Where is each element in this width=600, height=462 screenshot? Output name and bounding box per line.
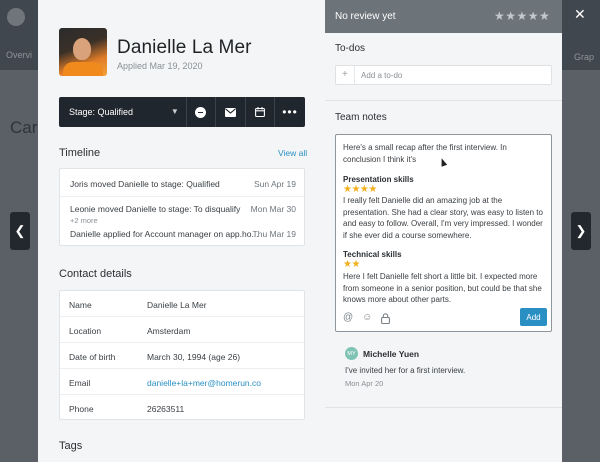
contact-details-table: Name Danielle La Mer Location Amsterdam …: [59, 290, 305, 420]
contact-row: Phone 26263511: [60, 395, 304, 421]
email-link[interactable]: danielle+la+mer@homerun.co: [147, 378, 261, 388]
candidate-panel: Danielle La Mer Applied Mar 19, 2020 Sta…: [38, 0, 325, 462]
contact-label: Email: [69, 378, 91, 388]
comment-date: Mon Apr 20: [345, 379, 384, 388]
team-notes-editor[interactable]: Here's a small recap after the first int…: [335, 134, 552, 332]
timeline-item-text: Leonie moved Danielle to stage: To disqu…: [70, 204, 241, 214]
tags-title: Tags: [59, 440, 83, 452]
plus-icon: +: [342, 69, 348, 80]
close-icon: ✕: [574, 6, 586, 22]
mention-icon[interactable]: @: [343, 312, 353, 324]
note-heading: Presentation skills: [343, 175, 414, 184]
divider: [325, 100, 562, 101]
note-heading: Technical skills: [343, 250, 402, 259]
contact-label: Phone: [69, 404, 94, 414]
review-status: No review yet: [335, 11, 396, 22]
disqualify-icon: [195, 106, 207, 118]
background-heading: Car: [10, 118, 38, 137]
timeline-card: Joris moved Danielle to stage: Qualified…: [59, 168, 305, 246]
app-logo: [7, 8, 25, 26]
lock-icon[interactable]: [381, 313, 391, 324]
timeline-item-text: Danielle applied for Account manager on …: [70, 229, 259, 239]
contact-row: Email danielle+la+mer@homerun.co: [60, 369, 304, 395]
team-notes-title: Team notes: [335, 112, 387, 123]
timeline-item: Leonie moved Danielle to stage: To disqu…: [70, 204, 296, 214]
applied-date: Applied Mar 19, 2020: [117, 61, 203, 71]
review-header: No review yet ★★★★★: [325, 0, 562, 33]
contact-row: Date of birth March 30, 1994 (age 26): [60, 343, 304, 369]
timeline-item-date: Sun Apr 19: [253, 179, 296, 189]
background-side-text: Grap: [573, 52, 594, 62]
divider: [325, 407, 562, 408]
timeline-item: Danielle applied for Account manager on …: [70, 229, 296, 239]
contact-value: Amsterdam: [147, 326, 191, 336]
commenter-avatar: MY: [345, 347, 358, 360]
background-tab: Overvi: [6, 50, 33, 60]
note-rating-stars: ★★: [343, 259, 360, 270]
previous-candidate-button[interactable]: ❮: [10, 212, 30, 250]
contact-label: Date of birth: [69, 352, 116, 362]
contact-details-title: Contact details: [59, 268, 132, 280]
view-all-link[interactable]: View all: [278, 148, 307, 158]
candidate-avatar: [59, 28, 107, 76]
email-icon: [224, 107, 236, 117]
comment-author: Michelle Yuen: [363, 349, 420, 359]
chevron-down-icon: ▼: [170, 107, 179, 116]
todo-placeholder: Add a to-do: [361, 71, 403, 80]
more-icon: •••: [282, 105, 298, 119]
disqualify-button[interactable]: [187, 97, 217, 127]
timeline-more-link[interactable]: +2 more: [70, 216, 98, 225]
contact-value: March 30, 1994 (age 26): [147, 352, 241, 362]
chevron-right-icon: ❯: [575, 223, 587, 238]
todos-title: To-dos: [335, 43, 366, 54]
note-paragraph: I really felt Danielle did an amazing jo…: [343, 196, 543, 240]
stage-label: Stage: Qualified: [69, 107, 134, 117]
more-options-button[interactable]: •••: [275, 97, 305, 127]
stage-toolbar: Stage: Qualified ▼ •••: [59, 97, 305, 127]
comment-text: I've invited her for a first interview.: [345, 366, 466, 375]
contact-row: Location Amsterdam: [60, 317, 304, 343]
note-rating-stars: ★★★★: [343, 184, 377, 195]
review-panel: No review yet ★★★★★ To-dos + Add a to-do…: [325, 0, 562, 462]
timeline-title: Timeline: [59, 147, 101, 159]
next-candidate-button[interactable]: ❯: [571, 212, 591, 250]
contact-label: Name: [69, 300, 92, 310]
chevron-left-icon: ❮: [14, 223, 26, 238]
rating-stars[interactable]: ★★★★★: [494, 9, 550, 23]
emoji-icon[interactable]: ☺: [362, 312, 372, 324]
contact-value: 26263511: [147, 404, 185, 414]
contact-label: Location: [69, 326, 102, 336]
timeline-item-text: Joris moved Danielle to stage: Qualified: [70, 179, 220, 189]
timeline-item: Joris moved Danielle to stage: Qualified…: [70, 179, 296, 189]
close-modal-button[interactable]: ✕: [574, 6, 586, 23]
candidate-name: Danielle La Mer: [117, 37, 252, 58]
add-note-button[interactable]: Add: [520, 308, 547, 326]
contact-value: Danielle La Mer: [147, 300, 207, 310]
contact-row: Name Danielle La Mer: [60, 291, 304, 317]
timeline-item-date: Mon Mar 30: [250, 204, 296, 214]
note-toolbar: @ ☺: [343, 312, 391, 324]
stage-dropdown[interactable]: Stage: Qualified ▼: [59, 97, 187, 127]
note-paragraph: Here I felt Danielle felt short a little…: [343, 272, 542, 304]
email-button[interactable]: [216, 97, 246, 127]
calendar-icon: [254, 107, 265, 117]
timeline-item-date: Thu Mar 19: [252, 229, 296, 239]
schedule-button[interactable]: [246, 97, 276, 127]
add-todo-input[interactable]: + Add a to-do: [335, 65, 552, 85]
